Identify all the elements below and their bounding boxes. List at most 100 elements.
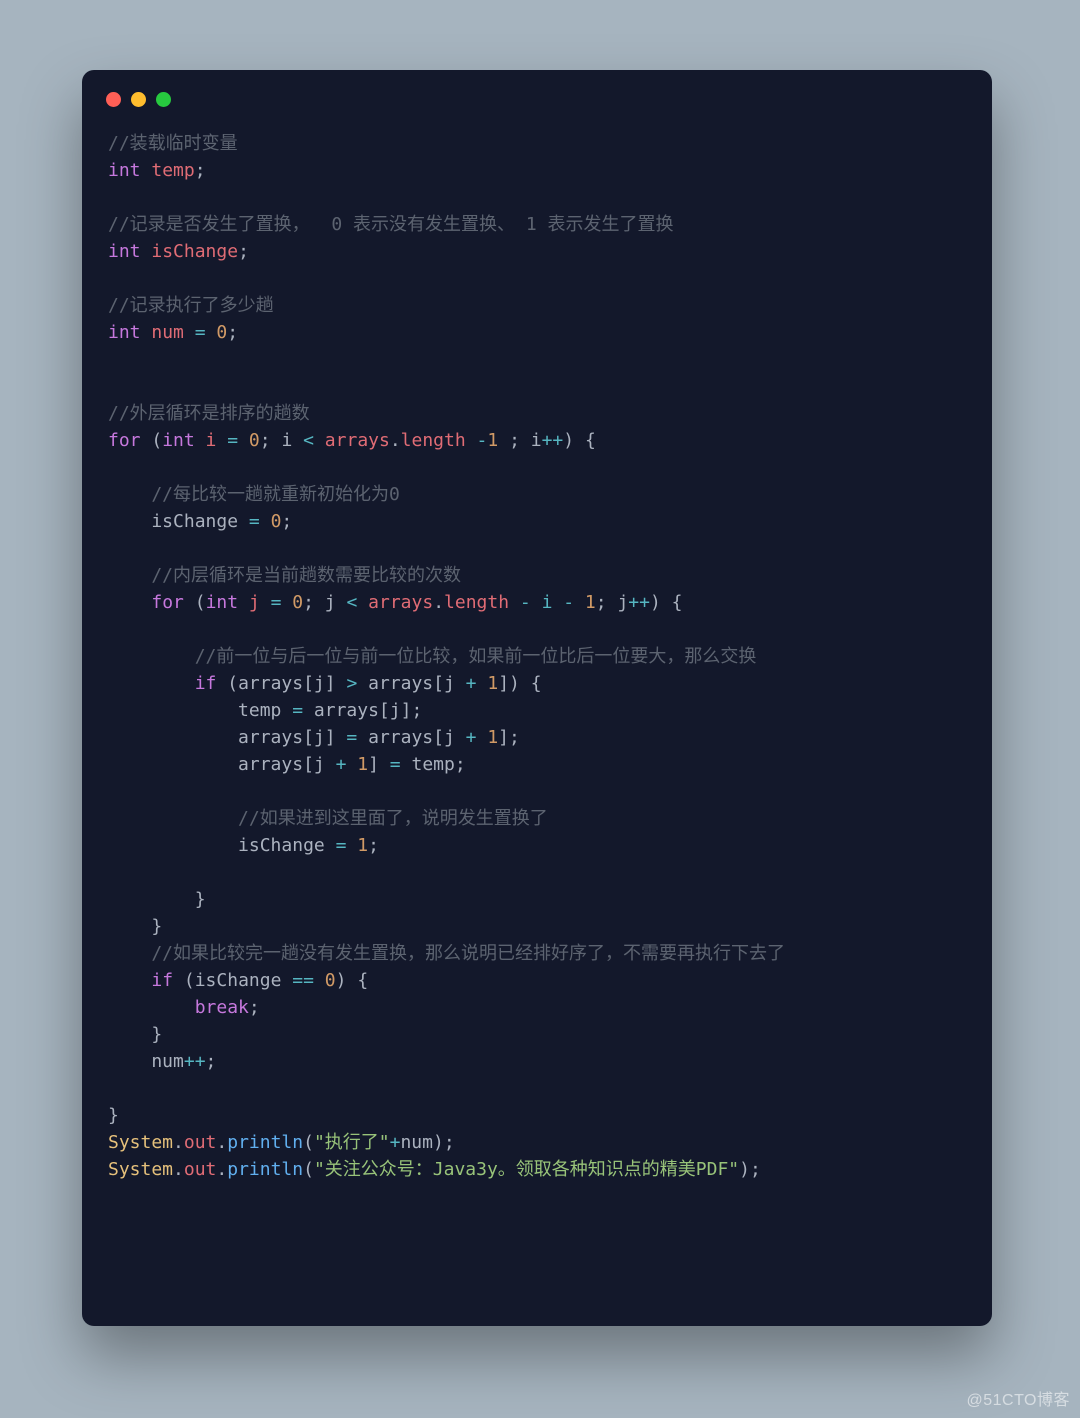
code-indent [108, 997, 195, 1018]
close-icon [106, 92, 121, 107]
code-op: = [249, 511, 260, 532]
watermark: @51CTO博客 [966, 1386, 1070, 1410]
code-number: 1 [487, 430, 498, 451]
code-punc: . [390, 430, 401, 451]
code-keyword: break [195, 997, 249, 1018]
code-op: = [271, 592, 282, 613]
code-block: //装载临时变量 int temp; //记录是否发生了置换， 0 表示没有发生… [108, 130, 972, 1183]
code-punc: } [108, 1024, 162, 1045]
code-ident: i [195, 430, 228, 451]
code-op: + [336, 754, 347, 775]
code-ident: isChange [108, 835, 336, 856]
code-comment: //每比较一趟就重新初始化为0 [108, 484, 400, 505]
code-number: 1 [346, 835, 368, 856]
code-number: 1 [477, 673, 499, 694]
code-punc: . [173, 1159, 184, 1180]
code-punc: ; [195, 160, 206, 181]
code-punc: ) { [650, 592, 683, 613]
code-comment: //记录执行了多少趟 [108, 295, 274, 316]
code-comment: //记录是否发生了置换， 0 表示没有发生置换、 1 表示发生了置换 [108, 214, 674, 235]
code-number: 0 [314, 970, 336, 991]
code-ident: num [141, 322, 195, 343]
code-comment: //内层循环是当前趟数需要比较的次数 [108, 565, 461, 586]
code-keyword: int [162, 430, 195, 451]
code-keyword: int [206, 592, 239, 613]
code-punc: ; [368, 835, 379, 856]
code-op: = [346, 727, 357, 748]
code-comment: //前一位与后一位与前一位比较，如果前一位比后一位要大，那么交换 [108, 646, 756, 667]
code-op: = [390, 754, 401, 775]
code-call: println [227, 1159, 303, 1180]
code-punc: ); [739, 1159, 761, 1180]
code-ident: temp [108, 700, 292, 721]
code-class: System [108, 1159, 173, 1180]
code-punc: num); [400, 1132, 454, 1153]
code-string: "关注公众号：Java3y。领取各种知识点的精美PDF" [314, 1159, 739, 1180]
code-indent [108, 970, 151, 991]
code-punc: ; [238, 241, 249, 262]
code-class: System [108, 1132, 173, 1153]
code-op: + [466, 727, 477, 748]
code-punc: } [108, 889, 206, 910]
code-indent [108, 592, 151, 613]
code-ident: isChange [141, 241, 239, 262]
code-op: + [390, 1132, 401, 1153]
minimize-icon [131, 92, 146, 107]
code-indent [108, 673, 195, 694]
code-op: = [336, 835, 347, 856]
code-ident: arrays [314, 430, 390, 451]
code-number: 0 [260, 511, 282, 532]
code-punc: ) { [336, 970, 369, 991]
code-punc: } [108, 916, 162, 937]
code-ident: isChange [108, 511, 249, 532]
code-ident: out [184, 1159, 217, 1180]
code-number: 1 [585, 592, 596, 613]
code-op: < [303, 430, 314, 451]
code-op: + [466, 673, 477, 694]
code-punc: } [108, 1105, 119, 1126]
code-ident: out [184, 1132, 217, 1153]
code-op: ++ [542, 430, 564, 451]
code-number: 0 [238, 430, 260, 451]
code-keyword: int [108, 241, 141, 262]
code-punc: arrays[j]; [303, 700, 422, 721]
code-punc: ; j [303, 592, 346, 613]
code-punc: ; j [596, 592, 629, 613]
window-controls [106, 92, 171, 107]
code-ident: temp [141, 160, 195, 181]
code-punc: (arrays[j] [216, 673, 346, 694]
code-op: - i - [509, 592, 585, 613]
code-ident: length [444, 592, 509, 613]
code-number: 0 [281, 592, 303, 613]
code-punc: ; [227, 322, 238, 343]
code-op: == [292, 970, 314, 991]
code-punc: ; i [498, 430, 541, 451]
code-punc: (isChange [173, 970, 292, 991]
code-op: = [227, 430, 238, 451]
code-punc: ]) { [498, 673, 541, 694]
code-punc: . [433, 592, 444, 613]
code-keyword: for [151, 592, 184, 613]
code-keyword: for [108, 430, 141, 451]
code-comment: //装载临时变量 [108, 133, 238, 154]
code-card: //装载临时变量 int temp; //记录是否发生了置换， 0 表示没有发生… [82, 70, 992, 1326]
code-op: = [195, 322, 206, 343]
code-op: - [466, 430, 488, 451]
code-comment: //如果比较完一趟没有发生置换，那么说明已经排好序了，不需要再执行下去了 [108, 943, 785, 964]
code-punc: . [173, 1132, 184, 1153]
code-punc: temp; [401, 754, 466, 775]
code-ident: arrays[j] [108, 727, 346, 748]
code-op: = [292, 700, 303, 721]
code-punc: . [216, 1159, 227, 1180]
code-op: ++ [184, 1051, 206, 1072]
code-punc: ( [303, 1159, 314, 1180]
code-keyword: int [108, 160, 141, 181]
code-punc: arrays[j [357, 727, 465, 748]
code-ident: arrays[j [108, 754, 336, 775]
code-comment: //如果进到这里面了，说明发生置换了 [108, 808, 548, 829]
code-comment: //外层循环是排序的趟数 [108, 403, 310, 424]
code-keyword: if [151, 970, 173, 991]
code-keyword: if [195, 673, 217, 694]
code-op: < [346, 592, 357, 613]
code-punc: ) { [563, 430, 596, 451]
